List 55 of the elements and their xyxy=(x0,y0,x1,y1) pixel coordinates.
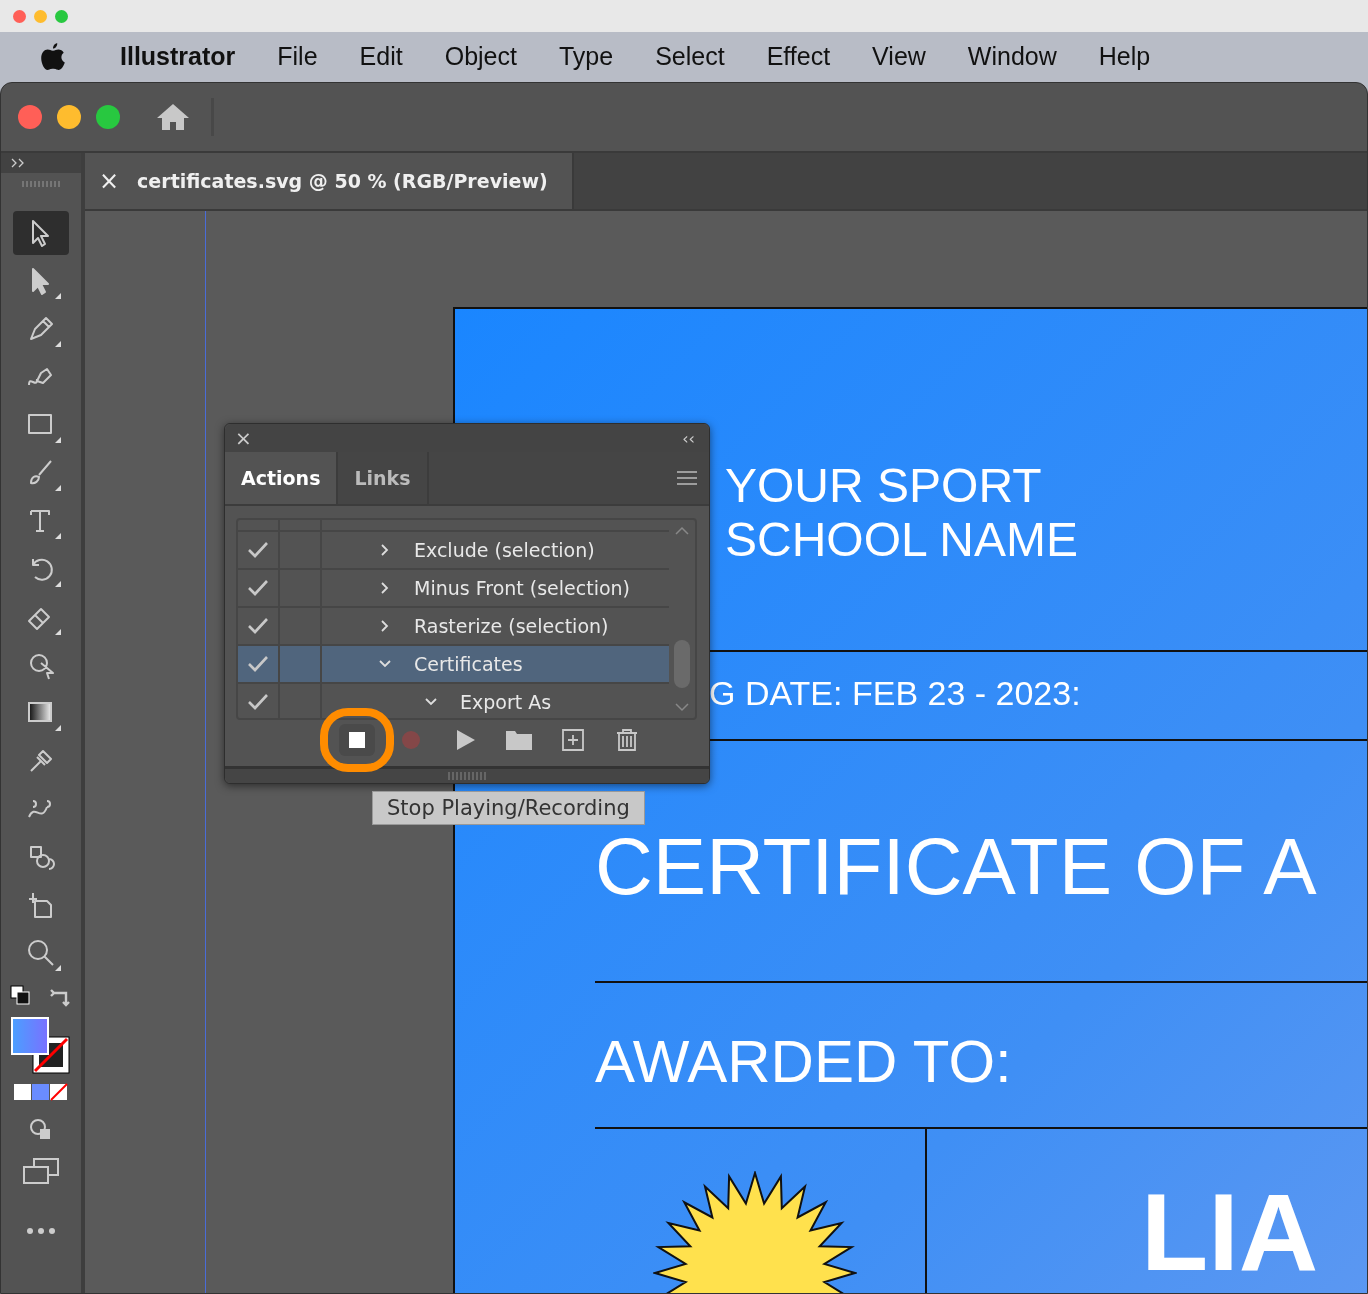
document-title: certificates.svg @ 50 % (RGB/Preview) xyxy=(137,170,548,192)
menu-item[interactable]: Effect xyxy=(766,41,831,71)
panel-tab[interactable]: Links xyxy=(338,452,429,504)
check-icon[interactable] xyxy=(247,541,269,559)
tool-button[interactable] xyxy=(13,211,69,255)
fill-stroke-swatch-icon[interactable] xyxy=(11,1017,71,1075)
check-icon[interactable] xyxy=(247,579,269,597)
date-text: G DATE: FEB 23 - 2023: xyxy=(709,674,1081,713)
tooltip: Stop Playing/Recording xyxy=(372,791,645,825)
action-row[interactable]: Minus Front (selection) xyxy=(238,570,669,608)
close-window-icon[interactable] xyxy=(18,105,42,129)
folder-icon xyxy=(506,728,532,752)
action-row[interactable]: Certificates xyxy=(238,646,669,684)
menu-item[interactable]: Select xyxy=(655,41,725,71)
recipient-name: LIA xyxy=(1141,1177,1319,1287)
menu-item[interactable]: View xyxy=(872,41,926,71)
menu-item[interactable]: Help xyxy=(1098,41,1151,71)
screen-mode-icon[interactable] xyxy=(22,1157,60,1185)
color-mode-icon[interactable] xyxy=(13,1083,69,1101)
action-name: Exclude (selection) xyxy=(414,539,595,561)
menu-item[interactable]: Type xyxy=(558,41,614,71)
document-tab[interactable]: × certificates.svg @ 50 % (RGB/Preview) xyxy=(85,153,574,209)
collapse-panel-icon[interactable]: ‹‹ xyxy=(682,428,695,448)
action-row[interactable]: Export As xyxy=(238,684,669,718)
action-name: Minus Front (selection) xyxy=(414,577,630,599)
menu-item[interactable]: Edit xyxy=(359,41,403,71)
menu-item[interactable]: Window xyxy=(967,41,1057,71)
minimize-window-icon[interactable] xyxy=(57,105,81,129)
trash-icon xyxy=(614,728,640,752)
menu-item[interactable]: Object xyxy=(444,41,517,71)
action-row[interactable]: Exclude (selection) xyxy=(238,532,669,570)
school-heading: YOUR SPORT SCHOOL NAME xyxy=(725,459,1078,567)
home-icon[interactable] xyxy=(155,102,191,132)
action-name: Export As xyxy=(460,691,552,713)
close-tab-icon[interactable]: × xyxy=(99,167,120,195)
zoom-window-icon[interactable] xyxy=(96,105,120,129)
panel-tab[interactable]: Actions xyxy=(225,452,339,504)
check-icon[interactable] xyxy=(247,693,269,711)
expand-icon[interactable] xyxy=(11,158,25,168)
grip-icon[interactable] xyxy=(447,772,487,780)
close-panel-icon[interactable]: × xyxy=(235,426,252,450)
more-icon[interactable] xyxy=(26,1227,56,1235)
default-colors-icon[interactable] xyxy=(10,985,32,1007)
stop-button[interactable] xyxy=(339,724,375,756)
action-name: Rasterize (selection) xyxy=(414,615,609,637)
check-icon[interactable] xyxy=(247,655,269,673)
app-menu[interactable]: Illustrator xyxy=(120,41,236,71)
menu-icon[interactable] xyxy=(677,471,697,485)
awarded-label: AWARDED TO: xyxy=(595,1027,1012,1096)
apple-logo-icon[interactable] xyxy=(40,41,66,71)
grip-icon[interactable] xyxy=(21,181,61,187)
menu-item[interactable]: File xyxy=(277,41,318,71)
new-icon xyxy=(560,728,586,752)
check-icon[interactable] xyxy=(247,617,269,635)
action-name: Certificates xyxy=(414,653,523,675)
